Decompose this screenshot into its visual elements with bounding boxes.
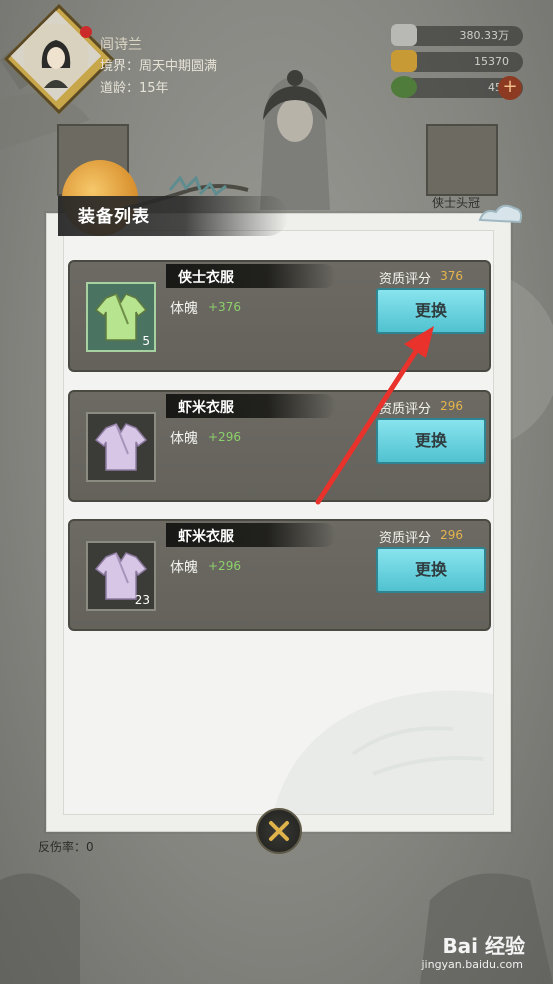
item-score-label: 资质评分 bbox=[378, 402, 431, 417]
item-stat-label: 体魄 bbox=[170, 560, 198, 576]
item-stat-label: 体魄 bbox=[170, 301, 198, 317]
character-info: 闾诗兰 境界：周天中期圆满 道龄：15年 bbox=[100, 34, 217, 100]
silver-ingot-icon bbox=[391, 24, 417, 46]
item-score-value: 296 bbox=[440, 528, 463, 542]
item-score-label: 资质评分 bbox=[378, 272, 431, 287]
item-score-value: 296 bbox=[440, 399, 463, 413]
character-realm: 境界：周天中期圆满 bbox=[100, 59, 218, 74]
item-stat-value: +296 bbox=[208, 559, 241, 573]
cloud-decoration-icon bbox=[478, 204, 523, 224]
character-age: 道龄：15年 bbox=[100, 81, 169, 96]
close-icon bbox=[269, 821, 289, 841]
item-stat-value: +296 bbox=[208, 430, 241, 444]
silver-value: 380.33万 bbox=[459, 29, 510, 42]
notification-dot bbox=[80, 26, 92, 38]
item-count: 5 bbox=[142, 334, 150, 348]
hat-slot[interactable] bbox=[426, 124, 498, 196]
hat-slot-label: 侠士头冠 bbox=[432, 196, 481, 210]
replace-button[interactable]: 更换 bbox=[376, 418, 486, 464]
replace-button[interactable]: 更换 bbox=[376, 288, 486, 334]
gold-value: 15370 bbox=[474, 55, 509, 68]
watermark-url: jingyan.baidu.com bbox=[421, 958, 523, 971]
replace-button[interactable]: 更换 bbox=[376, 547, 486, 593]
item-score-value: 376 bbox=[440, 269, 463, 283]
silver-counter: 380.33万 bbox=[391, 24, 523, 46]
item-name: 侠士衣服 bbox=[178, 270, 234, 286]
character-name: 闾诗兰 bbox=[100, 37, 142, 53]
item-name: 虾米衣服 bbox=[178, 400, 234, 416]
reflect-rate-text: 反伤率：0 bbox=[38, 840, 94, 854]
item-count: 23 bbox=[134, 593, 150, 607]
equipment-item-card: 虾米衣服 体魄 +296 资质评分 296 更换 bbox=[68, 390, 491, 502]
item-stat-label: 体魄 bbox=[170, 431, 198, 447]
gold-counter: 15370 bbox=[391, 50, 523, 72]
item-icon-box[interactable]: 5 bbox=[86, 282, 156, 352]
jade-gem-icon bbox=[391, 76, 417, 98]
add-jade-button[interactable]: + bbox=[498, 76, 522, 100]
equipment-item-card: 23 虾米衣服 体魄 +296 资质评分 296 更换 bbox=[68, 519, 491, 631]
equipment-item-card: 5 侠士衣服 体魄 +376 资质评分 376 更换 bbox=[68, 260, 491, 372]
item-icon-box[interactable] bbox=[86, 412, 156, 482]
robe-icon bbox=[94, 423, 148, 471]
gold-ingot-icon bbox=[391, 50, 417, 72]
close-dialog-button[interactable] bbox=[256, 808, 302, 854]
item-name: 虾米衣服 bbox=[178, 529, 234, 545]
item-score-label: 资质评分 bbox=[378, 531, 431, 546]
item-icon-box[interactable]: 23 bbox=[86, 541, 156, 611]
item-stat-value: +376 bbox=[208, 300, 241, 314]
watermark-brand: Bai 经验 bbox=[442, 934, 525, 958]
dialog-title: 装备列表 bbox=[78, 207, 150, 227]
attribute-panel-edge bbox=[14, 628, 34, 858]
